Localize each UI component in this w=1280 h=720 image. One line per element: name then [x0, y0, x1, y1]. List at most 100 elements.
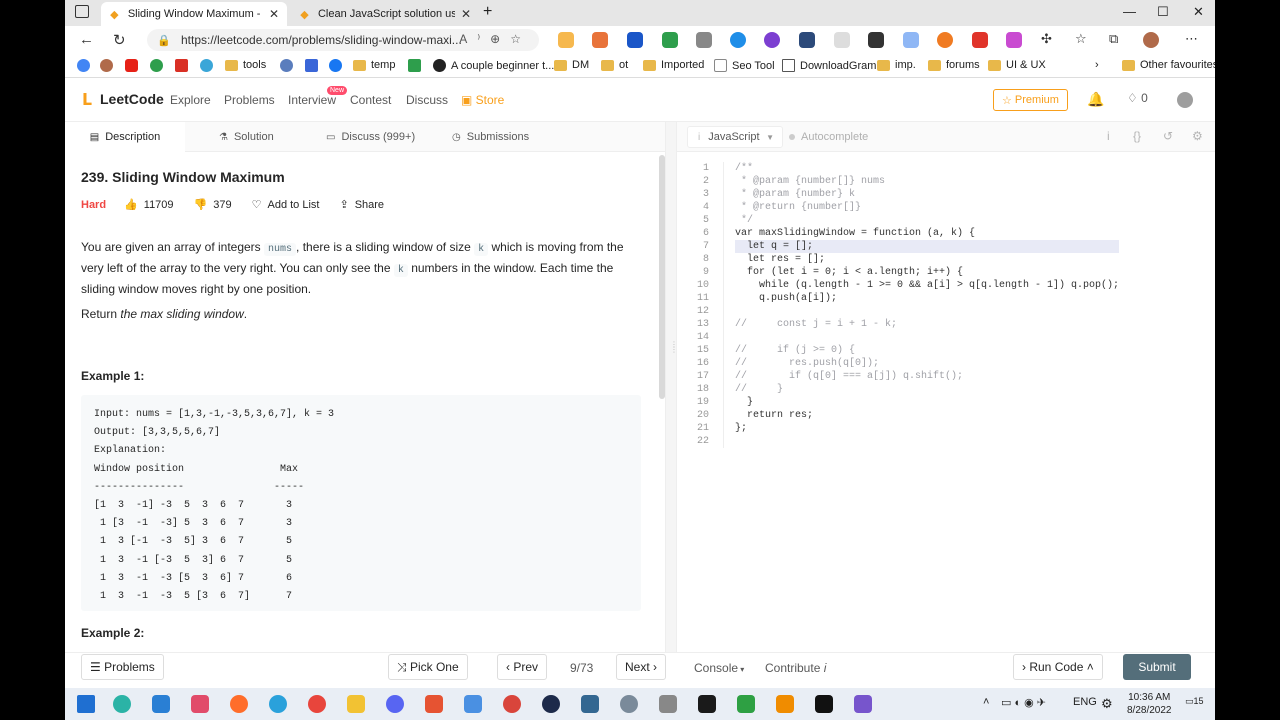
extension-icon[interactable]: [834, 32, 850, 48]
new-tab-icon[interactable]: +: [483, 3, 492, 21]
panel-resize-handle[interactable]: ⋮ ⋮: [665, 122, 678, 652]
nav-explore[interactable]: Explore: [170, 93, 211, 107]
add-to-list-button[interactable]: Add to List: [267, 199, 319, 211]
minimize-icon[interactable]: —: [1123, 4, 1136, 19]
browser-tab[interactable]: ◆ Clean JavaScript solution using M ✕: [291, 2, 479, 26]
chevron-right-icon[interactable]: ›: [1095, 59, 1099, 71]
bookmark-folder-ui-ux[interactable]: UI & UX: [988, 59, 1046, 71]
nav-discuss[interactable]: Discuss: [406, 93, 448, 107]
bookmark-link[interactable]: A couple beginner t...: [433, 59, 554, 72]
close-window-icon[interactable]: ✕: [1193, 4, 1204, 20]
youtube-bookmark[interactable]: [125, 59, 143, 72]
read-aloud-zoom-favorite-icons[interactable]: A⁾⊕☆: [459, 32, 531, 46]
bookmark-icon-link[interactable]: [100, 59, 118, 72]
bookmark-folder-dm[interactable]: DM: [554, 59, 589, 71]
run-code-button[interactable]: › Run Code ˄: [1013, 654, 1103, 680]
bookmark-folder-imported[interactable]: Imported: [643, 59, 704, 71]
notification-count[interactable]: ▭15: [1185, 696, 1204, 707]
chrome-icon[interactable]: [308, 695, 326, 713]
vlc-icon[interactable]: [776, 695, 794, 713]
gmail-bookmark[interactable]: [175, 59, 193, 72]
thumbs-up-icon[interactable]: 👍: [124, 198, 138, 211]
extension-icon[interactable]: [592, 32, 608, 48]
streak-counter[interactable]: ♢ 0: [1127, 91, 1148, 105]
profile-avatar-icon[interactable]: [1143, 32, 1159, 48]
app-icon[interactable]: [659, 695, 677, 713]
close-icon[interactable]: ✕: [269, 7, 279, 21]
bell-icon[interactable]: 🔔: [1087, 91, 1104, 108]
extension-icon[interactable]: [627, 32, 643, 48]
code-editor[interactable]: 1 2 3 4 5 6 7 8 9 10 11 12 13 14 15 16 17 18 19 20 21 22 /** …: [677, 152, 1215, 652]
tab-description[interactable]: ▤ Description: [65, 122, 185, 152]
share-button[interactable]: Share: [355, 199, 384, 211]
back-icon[interactable]: ←: [79, 31, 94, 48]
bookmark-folder-imp[interactable]: imp.: [877, 59, 916, 71]
prev-button[interactable]: ‹ Prev: [497, 654, 548, 680]
bookmark-folder-temp[interactable]: temp: [353, 59, 395, 71]
extension-icon[interactable]: [799, 32, 815, 48]
app-icon[interactable]: [854, 695, 872, 713]
terminal-icon[interactable]: [698, 695, 716, 713]
nav-interview[interactable]: Interview: [288, 93, 336, 107]
discord-icon[interactable]: [386, 695, 404, 713]
autocomplete-toggle[interactable]: Autocomplete: [789, 131, 868, 143]
extension-icon[interactable]: [937, 32, 953, 48]
bookmark-folder-other-favourites[interactable]: Other favourites: [1122, 59, 1215, 71]
url-field[interactable]: 🔒 https://leetcode.com/problems/sliding-…: [147, 29, 539, 51]
extension-icon[interactable]: [696, 32, 712, 48]
tray-icons[interactable]: ▭ ◐ ◉ ✈: [1001, 696, 1046, 709]
reset-icon[interactable]: ↺: [1163, 129, 1173, 143]
browser-tab-active[interactable]: ◆ Sliding Window Maximum - LeetC ✕: [101, 2, 287, 26]
favorites-icon[interactable]: ☆: [1075, 31, 1087, 47]
facebook-bookmark[interactable]: [329, 59, 347, 72]
leetcode-logo[interactable]: ᒪ LeetCode: [82, 90, 164, 109]
app-icon[interactable]: [503, 695, 521, 713]
maximize-icon[interactable]: ☐: [1157, 4, 1169, 20]
nav-problems[interactable]: Problems: [224, 93, 275, 107]
contribute-button[interactable]: Contribute i: [765, 661, 826, 675]
app-icon[interactable]: [425, 695, 443, 713]
heart-icon[interactable]: ♡: [252, 198, 262, 211]
telegram-icon[interactable]: [269, 695, 287, 713]
console-button[interactable]: Console ▾: [694, 661, 744, 675]
braces-icon[interactable]: {}: [1133, 129, 1141, 143]
collections-icon[interactable]: ⧉: [1109, 31, 1118, 47]
extension-icon[interactable]: [662, 32, 678, 48]
settings-icon[interactable]: ⚙: [1192, 129, 1203, 143]
system-clock[interactable]: 10:36 AM 8/28/2022: [1127, 691, 1172, 717]
tab-actions-icon[interactable]: [75, 5, 89, 18]
vscode-icon[interactable]: [152, 695, 170, 713]
problems-button[interactable]: ☰ Problems: [81, 654, 164, 680]
more-menu-icon[interactable]: ⋯: [1185, 31, 1198, 47]
bookmark-icon-link[interactable]: [305, 59, 323, 72]
extension-icon[interactable]: [558, 32, 574, 48]
premium-button[interactable]: ☆ Premium: [993, 89, 1068, 111]
app-icon[interactable]: [620, 695, 638, 713]
start-icon[interactable]: [77, 695, 95, 713]
bookmark-folder-tools[interactable]: tools: [225, 59, 266, 71]
share-icon[interactable]: ⇪: [339, 198, 348, 211]
pick-one-button[interactable]: ⤨ Pick One: [388, 654, 468, 680]
notes-icon[interactable]: [347, 695, 365, 713]
extension-icon[interactable]: [972, 32, 988, 48]
figma-icon[interactable]: [191, 695, 209, 713]
close-icon[interactable]: ✕: [461, 7, 471, 21]
thumbs-down-icon[interactable]: 👎: [194, 198, 208, 211]
nav-store[interactable]: ▣ Store: [461, 93, 504, 107]
tab-submissions[interactable]: ◷ Submissions: [452, 122, 529, 152]
bookmark-icon-link[interactable]: [200, 59, 218, 72]
language-select[interactable]: i JavaScript ▼: [687, 126, 783, 148]
info-icon[interactable]: i: [1107, 129, 1110, 143]
avatar[interactable]: [1177, 92, 1193, 108]
code-content[interactable]: /** * @param {number[]} nums * @param {n…: [735, 162, 1120, 448]
postgres-icon[interactable]: [581, 695, 599, 713]
extension-icon[interactable]: [1006, 32, 1022, 48]
tab-discuss[interactable]: ▭ Discuss (999+): [326, 122, 415, 152]
refresh-icon[interactable]: ↻: [113, 31, 126, 49]
bookmark-icon-link[interactable]: [150, 59, 168, 72]
bookmark-folder-forums[interactable]: forums: [928, 59, 980, 71]
app-icon[interactable]: [815, 695, 833, 713]
extensions-puzzle-icon[interactable]: ✣: [1041, 31, 1052, 47]
app-icon[interactable]: [230, 695, 248, 713]
todo-icon[interactable]: [464, 695, 482, 713]
